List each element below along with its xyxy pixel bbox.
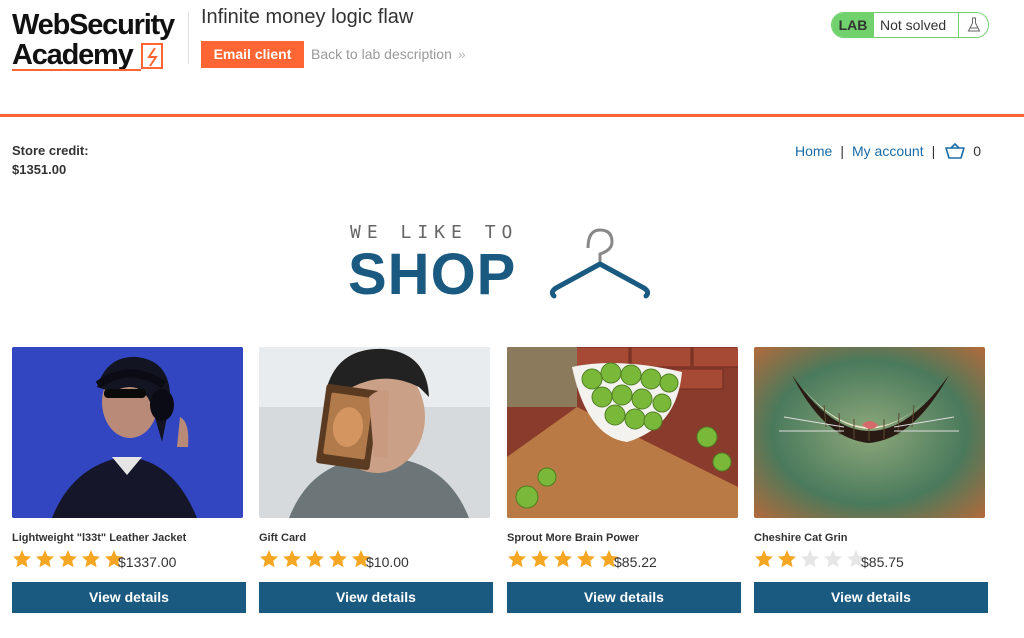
lab-badge: LAB (832, 13, 874, 37)
view-details-button[interactable]: View details (259, 582, 493, 613)
banner-tagline: WE LIKE TO (350, 222, 519, 243)
cart-count: 0 (973, 143, 982, 159)
view-details-button[interactable]: View details (12, 582, 246, 613)
star-filled-icon (554, 550, 572, 568)
header-rule (0, 114, 1024, 117)
product-name: Sprout More Brain Power (507, 532, 640, 544)
nav-home-link[interactable]: Home (795, 143, 832, 159)
product-image-gift-card[interactable] (259, 347, 490, 518)
star-filled-icon (778, 550, 796, 568)
star-empty-icon (801, 550, 819, 568)
email-client-button[interactable]: Email client (201, 41, 304, 68)
star-filled-icon (577, 550, 595, 568)
banner-shop-text: SHOP (348, 242, 517, 307)
view-details-button[interactable]: View details (507, 582, 741, 613)
nav-my-account-link[interactable]: My account (852, 143, 924, 159)
web-security-academy-logo[interactable]: WebSecurity Academy (12, 9, 182, 71)
star-filled-icon (508, 550, 526, 568)
top-nav: Home | My account | 0 (795, 142, 982, 162)
double-chevron-right-icon: » (457, 46, 466, 62)
logo-underline (12, 69, 141, 71)
product-rating (259, 549, 374, 569)
store-credit-value: $1351.00 (12, 162, 67, 177)
store-credit-label: Store credit: (12, 143, 89, 158)
product-image-sprouts[interactable] (507, 347, 738, 518)
star-filled-icon (283, 550, 301, 568)
star-filled-icon (59, 550, 77, 568)
flask-icon (958, 13, 988, 37)
product-rating (12, 549, 127, 569)
product-rating (507, 549, 622, 569)
star-filled-icon (260, 550, 278, 568)
product-price: $85.22 (614, 554, 657, 570)
shop-banner: WE LIKE TO SHOP (348, 220, 658, 306)
product-image-leather-jacket[interactable] (12, 347, 243, 518)
lab-status-text: Not solved (880, 17, 947, 33)
product-name: Lightweight "l33t" Leather Jacket (12, 532, 187, 544)
product-price: $1337.00 (118, 554, 177, 570)
logo-text-line2: Academy (12, 39, 134, 71)
cart-icon[interactable] (945, 142, 966, 162)
star-filled-icon (755, 550, 773, 568)
header-divider (188, 12, 189, 64)
back-link-label: Back to lab description (311, 46, 452, 62)
view-details-button[interactable]: View details (754, 582, 988, 613)
star-filled-icon (36, 550, 54, 568)
star-filled-icon (329, 550, 347, 568)
star-filled-icon (531, 550, 549, 568)
product-image-cheshire-cat-grin[interactable] (754, 347, 985, 518)
nav-separator: | (840, 143, 844, 159)
coat-hanger-icon (549, 228, 651, 299)
product-price: $10.00 (366, 554, 409, 570)
star-filled-icon (306, 550, 324, 568)
star-filled-icon (82, 550, 100, 568)
nav-separator: | (931, 143, 936, 159)
logo-text-line1: WebSecurity (12, 9, 175, 41)
lab-status-widget: LAB Not solved (831, 12, 989, 38)
product-name: Cheshire Cat Grin (754, 532, 848, 544)
product-rating (754, 549, 869, 569)
back-to-lab-description-link[interactable]: Back to lab description » (311, 46, 466, 62)
logo-bolt-icon (141, 43, 163, 69)
star-filled-icon (13, 550, 31, 568)
lab-title: Infinite money logic flaw (201, 6, 414, 28)
product-name: Gift Card (259, 532, 307, 544)
lab-header: WebSecurity Academy Infinite money logic… (0, 0, 1024, 114)
product-price: $85.75 (861, 554, 904, 570)
star-empty-icon (824, 550, 842, 568)
